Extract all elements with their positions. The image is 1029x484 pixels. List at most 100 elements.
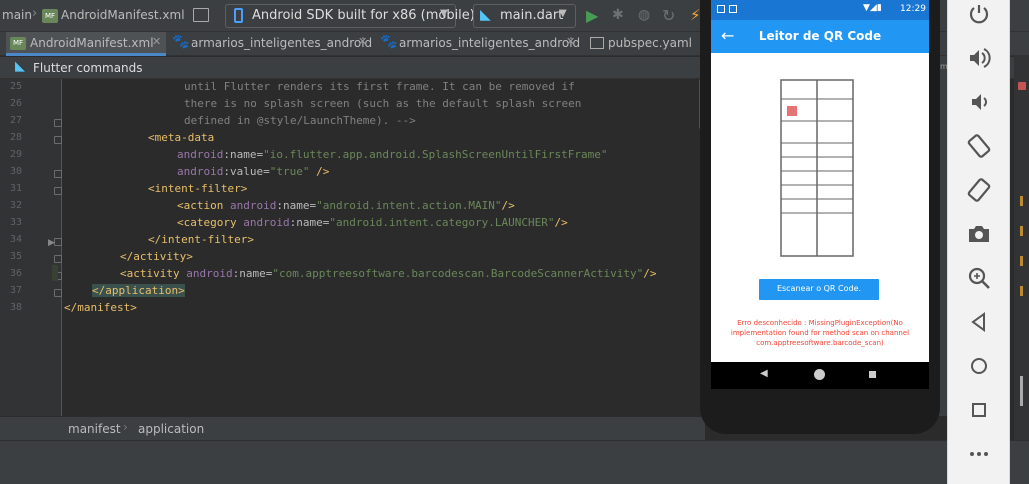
nav-home-icon[interactable] xyxy=(814,369,825,380)
android-nav-bar: ◀ xyxy=(711,362,929,389)
close-icon[interactable]: ✕ xyxy=(358,35,367,48)
overview-icon[interactable] xyxy=(965,396,993,424)
xml-attribute: :name= xyxy=(276,199,317,212)
breadcrumb-item-manifest[interactable]: manifest xyxy=(68,422,121,436)
error-line: Erro desconhecido : MissingPluginExcepti… xyxy=(737,319,903,327)
line-number: 33 xyxy=(9,217,22,228)
hot-reload-icon[interactable]: ⚡ xyxy=(690,6,701,24)
xml-value: "io.flutter.app.android.SplashScreenUnti… xyxy=(263,148,608,161)
debug-icon[interactable]: ✱ xyxy=(612,7,624,23)
code-line-32: <action android:name="android.intent.act… xyxy=(177,199,515,212)
line-number: 27 xyxy=(9,115,22,126)
restart-icon[interactable]: ↻ xyxy=(662,6,675,25)
scan-qr-button-label: Escanear o QR Code. xyxy=(776,284,862,293)
error-line: implementation found for method scan on … xyxy=(730,329,910,337)
xml-value: "com.apptreesoftware.barcodescan.Barcode… xyxy=(272,267,644,280)
breadcrumb-chevron-icon: › xyxy=(32,6,38,21)
app-bar: ← Leitor de QR Code xyxy=(711,20,929,53)
breadcrumb-chevron-icon: › xyxy=(123,420,128,434)
warning-marker[interactable] xyxy=(1020,196,1023,206)
android-icon: 🐾 xyxy=(172,34,190,50)
tab-module-2[interactable]: 🐾 armarios_inteligentes_android ✕ xyxy=(380,32,580,56)
tab-pubspec[interactable]: pubspec.yaml xyxy=(590,32,700,56)
flutter-icon: ◣ xyxy=(480,7,491,23)
zoom-icon[interactable] xyxy=(965,264,993,292)
code-line-37: </application> xyxy=(92,284,185,297)
scroll-marker[interactable] xyxy=(1020,376,1023,406)
table-file-icon xyxy=(590,37,604,49)
bottom-tool-bar xyxy=(0,440,1029,484)
code-line-31: <intent-filter> xyxy=(148,182,247,195)
tab-label: armarios_inteligentes_android xyxy=(399,36,581,50)
fold-marker-icon[interactable] xyxy=(54,136,62,144)
xml-attribute: :name= xyxy=(223,148,264,161)
notification-icon xyxy=(729,5,737,13)
run-config-name: main.dart xyxy=(500,8,564,23)
line-number: 36 xyxy=(9,268,22,279)
xml-attribute: :value= xyxy=(223,165,270,178)
error-stripe xyxy=(1014,56,1029,440)
line-number: 29 xyxy=(9,149,22,160)
xml-value: "android.intent.action.MAIN" xyxy=(316,199,502,212)
fold-marker-icon[interactable] xyxy=(54,289,62,297)
code-line-33: <category android:name="android.intent.c… xyxy=(177,216,568,229)
error-marker-icon[interactable] xyxy=(1018,82,1026,90)
nav-recents-icon[interactable] xyxy=(869,371,876,378)
status-time: 12:29 xyxy=(900,4,926,14)
emulator-controls xyxy=(947,0,1010,484)
warning-marker[interactable] xyxy=(1020,226,1023,236)
back-icon[interactable] xyxy=(965,308,993,336)
close-icon[interactable]: ✕ xyxy=(566,35,575,48)
fold-marker-icon[interactable] xyxy=(54,170,62,178)
rotate-right-icon[interactable] xyxy=(965,176,993,204)
volume-down-icon[interactable] xyxy=(965,88,993,116)
code-line-35: </activity> xyxy=(120,250,193,263)
terminal-icon[interactable] xyxy=(193,8,209,22)
tab-module-1[interactable]: 🐾 armarios_inteligentes_android ✕ xyxy=(172,32,372,56)
error-line: com.apptreesoftware.barcode_scan) xyxy=(756,339,884,347)
xml-tag: <category xyxy=(177,216,244,229)
profile-icon[interactable]: ◍ xyxy=(638,7,650,23)
xml-tag: <activity xyxy=(120,267,187,280)
tab-label: armarios_inteligentes_android xyxy=(191,36,373,50)
flutter-icon: ◣ xyxy=(15,59,25,74)
code-line-38: </manifest> xyxy=(64,301,137,314)
line-number: 32 xyxy=(9,200,22,211)
flutter-commands-link[interactable]: Flutter commands xyxy=(33,61,143,75)
power-icon[interactable] xyxy=(965,0,993,28)
run-config-selector[interactable]: ◣ main.dart ▼ xyxy=(473,4,576,28)
line-number: 37 xyxy=(9,285,22,296)
tab-label: pubspec.yaml xyxy=(608,36,692,50)
close-icon[interactable]: ✕ xyxy=(152,35,161,48)
warning-marker[interactable] xyxy=(1020,256,1023,266)
home-icon[interactable] xyxy=(965,352,993,380)
fold-marker-icon[interactable] xyxy=(54,255,62,263)
code-line-25: until Flutter renders its first frame. I… xyxy=(184,80,575,93)
rotate-left-icon[interactable] xyxy=(965,132,993,160)
nav-back-icon[interactable]: ◀ xyxy=(760,368,768,379)
run-icon[interactable]: ▶ xyxy=(586,6,598,25)
error-message: Erro desconhecido : MissingPluginExcepti… xyxy=(711,318,929,348)
device-selector[interactable]: Android SDK built for x86 (mobile) ▼ xyxy=(225,4,475,28)
breadcrumb-item-application[interactable]: application xyxy=(138,422,204,436)
fold-marker-icon[interactable] xyxy=(54,187,62,195)
volume-up-icon[interactable] xyxy=(965,44,993,72)
warning-marker[interactable] xyxy=(1020,286,1023,296)
xml-tag: </activity> xyxy=(120,250,193,263)
xml-value: "android.intent.category.LAUNCHER" xyxy=(329,216,555,229)
camera-icon[interactable] xyxy=(965,220,993,248)
branch-label[interactable]: main xyxy=(2,8,32,22)
xml-attribute: :name= xyxy=(289,216,330,229)
scan-qr-button[interactable]: Escanear o QR Code. xyxy=(759,279,879,300)
fold-marker-icon[interactable] xyxy=(54,119,62,127)
more-options-icon[interactable] xyxy=(965,440,993,468)
current-file-label[interactable]: AndroidManifest.xml xyxy=(61,8,185,22)
fold-marker-icon[interactable] xyxy=(54,238,62,246)
code-editor[interactable]: until Flutter renders its first frame. I… xyxy=(62,79,710,416)
tab-android-manifest[interactable]: MF AndroidManifest.xml ✕ xyxy=(6,32,166,56)
xml-namespace: android xyxy=(177,165,224,178)
locker-image xyxy=(780,79,854,257)
xml-attribute: :name= xyxy=(232,267,273,280)
line-number: 26 xyxy=(9,98,22,109)
xml-tag: <intent-filter> xyxy=(148,182,248,195)
